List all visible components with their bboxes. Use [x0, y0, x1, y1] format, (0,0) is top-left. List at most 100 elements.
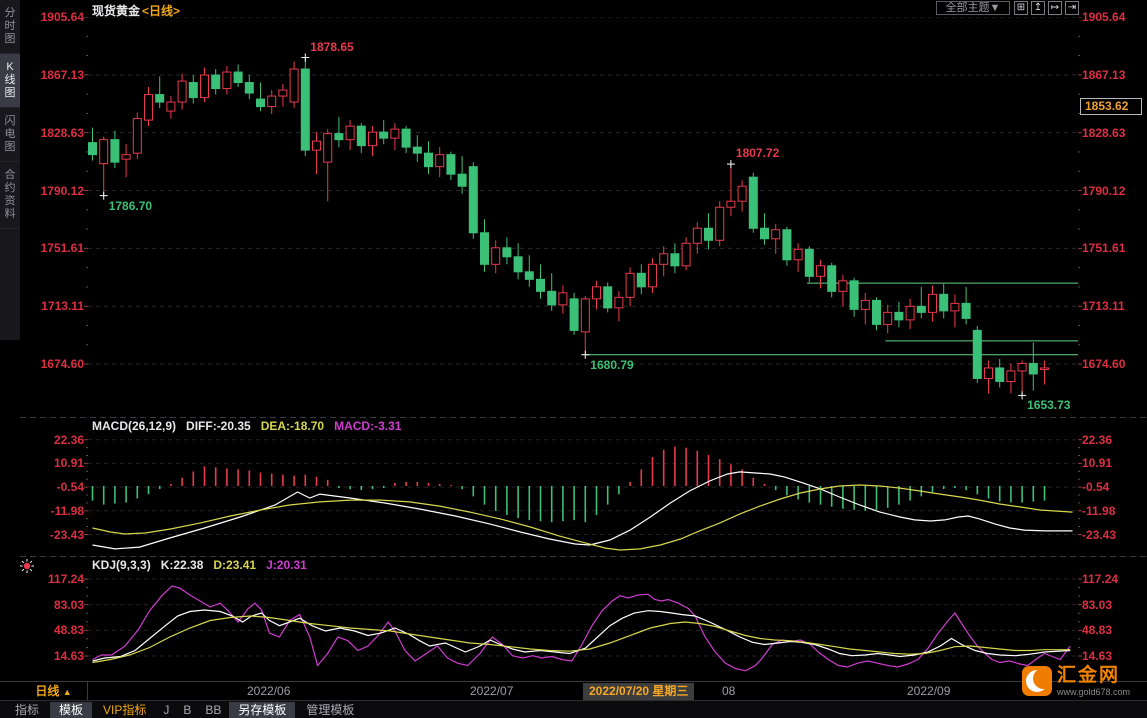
candle-body [827, 265, 837, 292]
axis-label: -0.54 [1082, 480, 1110, 495]
candle-body [816, 265, 825, 277]
axis-label: -11.98 [1082, 503, 1116, 518]
candle-body [312, 140, 321, 151]
candle-body [390, 128, 400, 139]
chart-canvas[interactable] [0, 0, 1147, 718]
time-axis-label: 2022/06 [247, 684, 291, 698]
kdj-d-value: D:23.41 [213, 558, 257, 572]
axis-label: 1828.63 [1082, 125, 1126, 140]
logo-url: www.gold678.com [1057, 687, 1131, 697]
candle-body [592, 286, 601, 300]
candle-body [300, 68, 310, 151]
kdj-j-value: J:20.31 [266, 558, 307, 572]
tab-指标[interactable]: 指标 [6, 702, 48, 718]
axis-label: 1905.64 [40, 10, 84, 24]
candle-body [760, 227, 769, 240]
axis-label: 1828.63 [40, 125, 84, 140]
candle-body [1006, 370, 1016, 382]
candle-body [692, 227, 702, 244]
candle-body [793, 248, 803, 261]
axis-label: 22.36 [53, 432, 84, 447]
candle-body [804, 248, 814, 277]
sidebar-item-分时图[interactable]: 分 时 图 [0, 0, 20, 54]
sidebar-item-合约资料[interactable]: 合 约 资 料 [0, 162, 20, 229]
tab-另存模板[interactable]: 另存模板 [229, 701, 296, 718]
axis-label: 14.63 [53, 649, 84, 664]
macd-header: MACD(26,12,9) DIFF:-20.35 DEA:-18.70 MACD:-… [92, 419, 411, 433]
candle-body [491, 247, 501, 265]
period-tag: <日线> [142, 4, 181, 18]
crosshair-date-label: 2022/07/20 星期三 [583, 683, 695, 700]
axis-label: 1790.12 [1082, 183, 1126, 198]
candle-body [726, 200, 736, 208]
logo-name: 汇金网 [1057, 665, 1121, 686]
candle-body [838, 280, 848, 292]
candle-body [88, 142, 97, 156]
axis-label: 83.03 [1082, 597, 1113, 612]
candle-body [1017, 362, 1027, 372]
candle-body [435, 154, 445, 168]
tab-J[interactable]: J [157, 702, 175, 718]
sidebar-item-K线图[interactable]: K 线 图 [0, 54, 20, 108]
kdj-title: KDJ(9,3,3) [92, 558, 151, 572]
tab-模板[interactable]: 模板 [50, 701, 93, 718]
candle-body [480, 232, 489, 265]
tab-管理模板[interactable]: 管理模板 [297, 702, 363, 718]
axis-label: 117.24 [1082, 572, 1119, 587]
sidebar-item-闪电图[interactable]: 闪 电 图 [0, 108, 20, 162]
candle-body [188, 82, 198, 99]
tab-B[interactable]: B [177, 702, 197, 718]
candle-body [614, 296, 624, 309]
period-selector[interactable]: 日线 ▲ [20, 682, 88, 701]
candle-body [782, 229, 792, 261]
candle-body [513, 256, 523, 273]
candle-body [368, 131, 377, 147]
candle-body [916, 305, 926, 313]
candle-body [894, 311, 904, 321]
x-axis-scale-icon[interactable]: ↦ [1048, 1, 1062, 15]
layout-grid-icon[interactable]: ⊞ [1014, 1, 1028, 15]
axis-label: 10.91 [1082, 456, 1113, 471]
axis-label: 10.91 [53, 456, 84, 471]
alert-icon[interactable] [20, 559, 34, 573]
y-axis-scale-icon[interactable]: ↥ [1031, 1, 1045, 15]
chart-type-sidebar: 分 时 图K 线 图闪 电 图合 约 资 料 [0, 0, 20, 340]
theme-dropdown[interactable]: 全部主题▼ [936, 1, 1010, 15]
candle-body [984, 367, 993, 379]
candle-body [748, 176, 758, 229]
candle-body [905, 305, 915, 321]
time-axis-row: 日线 ▲ 2022/07/20 星期三 2022/06 2022/07 08 2022… [0, 681, 1147, 701]
bottom-tab-bar: 指标 模板 VIP指标 J B BB 另存模板 管理模板 [0, 700, 1147, 718]
candle-body [121, 154, 131, 160]
axis-label: 1867.13 [1082, 67, 1126, 82]
candle-body [457, 173, 467, 187]
price-annotation: 1653.73 [1027, 398, 1071, 413]
tab-BB[interactable]: BB [199, 702, 227, 718]
j-line [92, 585, 1071, 672]
tab-VIP指标[interactable]: VIP指标 [94, 702, 155, 718]
candle-body [256, 98, 265, 108]
kdj-header: KDJ(9,3,3) K:22.38 D:23.41 J:20.31 [92, 558, 317, 572]
candle-body [110, 139, 120, 163]
pan-right-icon[interactable]: ⇥ [1065, 1, 1079, 15]
candle-body [211, 74, 221, 90]
candle-body [334, 133, 344, 141]
price-annotation: 1807.72 [735, 146, 780, 161]
candle-body [603, 286, 613, 309]
candle-body [580, 298, 590, 333]
axis-label: -0.54 [56, 480, 84, 495]
candle-body [659, 253, 669, 265]
candle-body [446, 154, 456, 175]
axis-label: 1790.12 [40, 183, 84, 198]
time-axis-label: 2022/07 [470, 684, 514, 698]
candle-body [648, 263, 657, 288]
candle-body [737, 185, 747, 202]
title-bar: 现货黄金 <日线> 全部主题▼ ⊞ ↥ ↦ ⇥ [20, 0, 1147, 18]
candle-body [961, 302, 971, 319]
axis-label: 22.36 [1082, 432, 1113, 447]
price-annotation: 1680.79 [590, 357, 634, 372]
axis-label: -23.43 [1082, 527, 1117, 542]
candle-body [872, 299, 881, 325]
candle-body [289, 68, 299, 103]
axis-label: 117.24 [47, 572, 84, 587]
